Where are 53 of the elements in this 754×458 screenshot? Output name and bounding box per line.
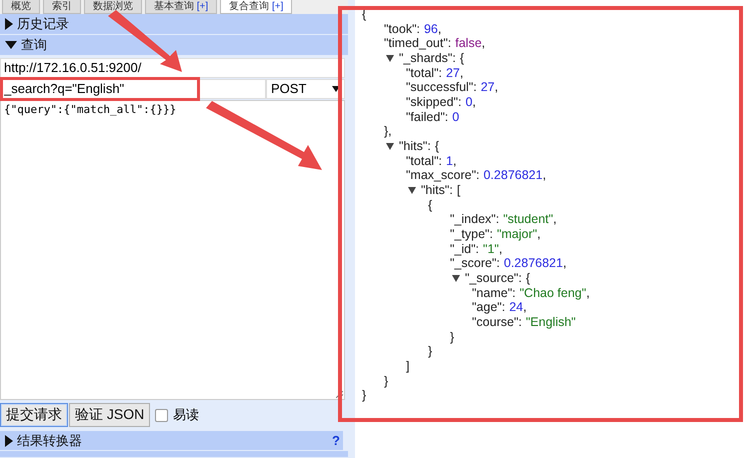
button[interactable]: 提交请求 bbox=[0, 403, 68, 428]
json-line: "_source": { bbox=[465, 271, 530, 286]
triangle-down-icon[interactable] bbox=[386, 54, 394, 62]
json-line: "successful": 27, bbox=[406, 80, 498, 96]
json-line: }, bbox=[384, 124, 392, 140]
checkbox-label: 易读 bbox=[173, 406, 200, 424]
triangle-down-icon[interactable] bbox=[408, 186, 416, 194]
section-header[interactable]: 查询 bbox=[0, 34, 348, 56]
url-field[interactable]: http://172.16.0.51:9200/ bbox=[0, 58, 345, 78]
help-link[interactable]: ? bbox=[332, 433, 340, 448]
section-title: 查询 bbox=[21, 36, 47, 54]
section-title: 历史记录 bbox=[17, 14, 69, 33]
json-line: "skipped": 0, bbox=[406, 95, 476, 110]
json-line: "total": 1, bbox=[406, 154, 456, 168]
section-header[interactable]: 历史记录 bbox=[0, 14, 348, 35]
section-title: 结果转换器 bbox=[17, 432, 82, 450]
json-line: } bbox=[428, 344, 432, 360]
request-body-field[interactable]: {"query":{"match_all":{}}} bbox=[0, 100, 345, 400]
json-line: "_type": "major", bbox=[450, 227, 541, 242]
json-line: "max_score": 0.2876821, bbox=[406, 168, 546, 184]
json-line: "total": 27, bbox=[406, 66, 464, 80]
tab[interactable]: 数据浏览 bbox=[84, 0, 142, 14]
tab[interactable]: 概览 bbox=[2, 0, 40, 14]
request-body-text: {"query":{"match_all":{}}} bbox=[4, 102, 176, 116]
json-line: "course": "English" bbox=[472, 315, 576, 330]
triangle-down-icon[interactable] bbox=[386, 142, 394, 150]
json-line: "hits": [ bbox=[421, 183, 460, 198]
json-line: "timed_out": false, bbox=[384, 36, 486, 52]
tab[interactable]: 基本查询 [+] bbox=[145, 0, 218, 14]
json-line: "_score": 0.2876821, bbox=[450, 256, 566, 272]
tab[interactable]: 复合查询 [+] bbox=[220, 0, 292, 14]
json-line: { bbox=[428, 198, 432, 212]
json-line: } bbox=[362, 388, 366, 404]
json-line: "_shards": { bbox=[399, 51, 464, 66]
json-line: ] bbox=[406, 359, 410, 374]
section-header[interactable]: 结果转换器 ? bbox=[0, 431, 343, 452]
path-field[interactable]: _search?q="English" bbox=[0, 78, 266, 99]
json-line: "took": 96, bbox=[384, 22, 442, 36]
json-line: "age": 24, bbox=[472, 300, 527, 316]
method-dropdown[interactable]: POST bbox=[266, 78, 345, 99]
checkbox[interactable] bbox=[155, 408, 168, 422]
json-line: "hits": { bbox=[399, 139, 439, 154]
json-line: } bbox=[384, 374, 388, 388]
caret-icon bbox=[332, 86, 340, 92]
triangle-down-icon[interactable] bbox=[452, 274, 460, 282]
json-line: } bbox=[450, 330, 454, 344]
json-line: "name": "Chao feng", bbox=[472, 286, 590, 300]
triangle-down-icon[interactable] bbox=[5, 40, 17, 49]
json-line: "_id": "1", bbox=[450, 242, 502, 256]
json-line: "_index": "student", bbox=[450, 212, 557, 228]
json-line: "failed": 0 bbox=[406, 110, 460, 124]
tab[interactable]: 索引 bbox=[43, 0, 81, 14]
button[interactable]: 验证 JSON bbox=[69, 403, 150, 428]
